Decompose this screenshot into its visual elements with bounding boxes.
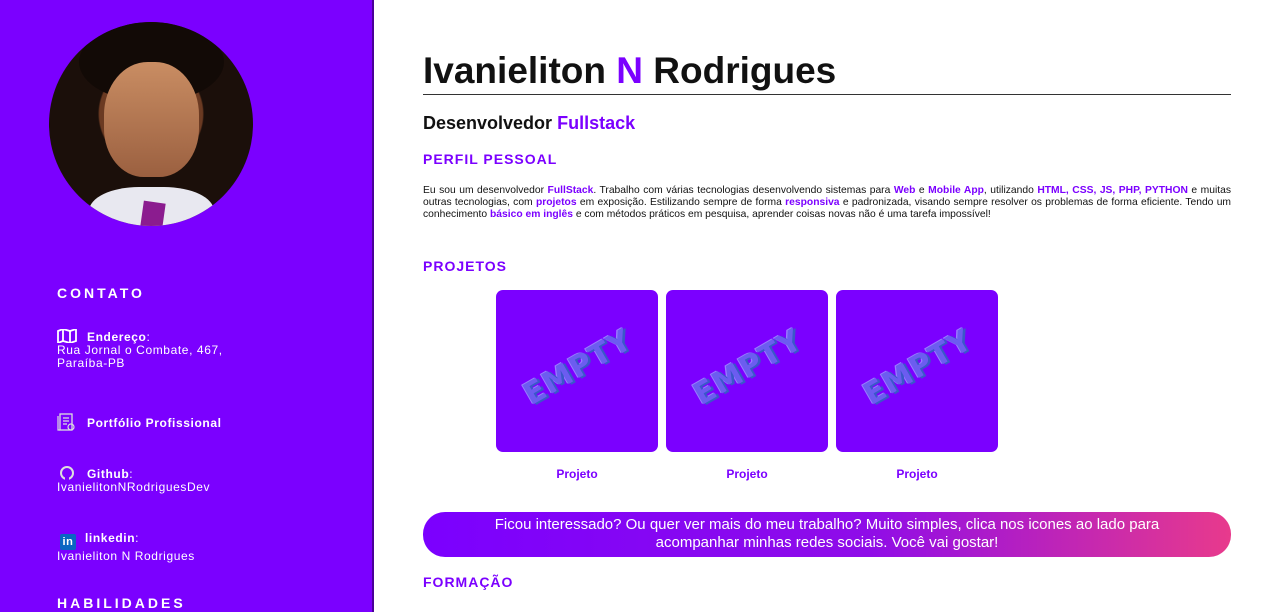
address-item: Endereço: Rua Jornal o Combate, 467, Par… [57, 329, 223, 370]
bio-highlight: projetos [535, 197, 577, 208]
empty-placeholder: EMPTY [517, 322, 639, 413]
title-divider [423, 94, 1231, 95]
project-label[interactable]: Projeto [836, 467, 998, 481]
role-title: Desenvolvedor Fullstack [423, 113, 635, 134]
github-item[interactable]: Github: IvanielitonNRodriguesDev [57, 466, 307, 494]
linkedin-icon: in [60, 534, 76, 550]
project-card-1[interactable]: EMPTY Projeto [496, 290, 658, 481]
github-username: IvanielitonNRodriguesDev [57, 480, 211, 494]
profile-text: Eu sou um desenvolvedor FullStack. Traba… [423, 185, 1231, 221]
empty-placeholder: EMPTY [687, 322, 809, 413]
sidebar: CONTATO Endereço: Rua Jornal o Combate, … [0, 0, 374, 612]
cta-banner: Ficou interessado? Ou quer ver mais do m… [423, 512, 1231, 557]
empty-placeholder: EMPTY [857, 322, 979, 413]
linkedin-item[interactable]: in linkedin: Ivanieliton N Rodrigues [57, 532, 307, 563]
role-prefix: Desenvolvedor [423, 113, 553, 133]
portfolio-icon [57, 413, 75, 431]
bio-text: e com métodos práticos em pesquisa, apre… [572, 209, 991, 220]
github-label: Github [87, 467, 130, 481]
contact-heading: CONTATO [57, 285, 145, 301]
name-last: Rodrigues [653, 50, 837, 91]
avatar-tie [138, 200, 166, 226]
portfolio-link[interactable]: Portfólio Profissional [57, 413, 307, 431]
project-card-3[interactable]: EMPTY Projeto [836, 290, 998, 481]
project-label[interactable]: Projeto [496, 467, 658, 481]
avatar-face [104, 62, 199, 177]
page-title: Ivanieliton N Rodrigues [423, 50, 836, 92]
skills-heading: HABILIDADES [57, 595, 186, 611]
profile-heading: PERFIL PESSOAL [423, 151, 558, 167]
role-accent: Fullstack [557, 113, 636, 133]
project-label[interactable]: Projeto [666, 467, 828, 481]
projects-heading: PROJETOS [423, 258, 507, 274]
bio-highlight: responsiva [785, 197, 840, 208]
project-thumbnail[interactable]: EMPTY [496, 290, 658, 452]
linkedin-label: linkedin [85, 531, 136, 545]
cta-line-2: acompanhar minhas redes sociais. Você va… [655, 534, 999, 551]
education-heading: FORMAÇÃO [423, 574, 514, 590]
map-icon [57, 329, 77, 343]
bio-highlight: básico em inglês [489, 209, 573, 220]
linkedin-name: Ivanieliton N Rodrigues [57, 549, 195, 563]
bio-text: em exposição. Estilizando sempre de form… [576, 197, 786, 208]
portfolio-label: Portfólio Profissional [87, 416, 222, 430]
avatar [49, 22, 253, 226]
project-card-2[interactable]: EMPTY Projeto [666, 290, 828, 481]
bio-text: . Trabalho com várias tecnologias desenv… [593, 185, 894, 196]
bio-text: , utilizando [983, 185, 1038, 196]
bio-highlight: FullStack [547, 185, 594, 196]
bio-highlight: Web [893, 185, 916, 196]
name-first: Ivanieliton [423, 50, 606, 91]
github-icon [60, 466, 74, 480]
cta-line-1: Ficou interessado? Ou quer ver mais do m… [494, 516, 1160, 533]
address-label: Endereço [87, 330, 147, 344]
address-line-2: Paraíba-PB [57, 356, 126, 370]
bio-text: e [915, 185, 929, 196]
project-thumbnail[interactable]: EMPTY [666, 290, 828, 452]
project-thumbnail[interactable]: EMPTY [836, 290, 998, 452]
name-middle: N [616, 50, 643, 91]
bio-highlight: HTML, CSS, JS, PHP, PYTHON [1037, 185, 1188, 196]
bio-highlight: Mobile App [928, 185, 984, 196]
address-line-1: Rua Jornal o Combate, 467, [57, 343, 223, 357]
bio-text: Eu sou um desenvolvedor [423, 185, 548, 196]
